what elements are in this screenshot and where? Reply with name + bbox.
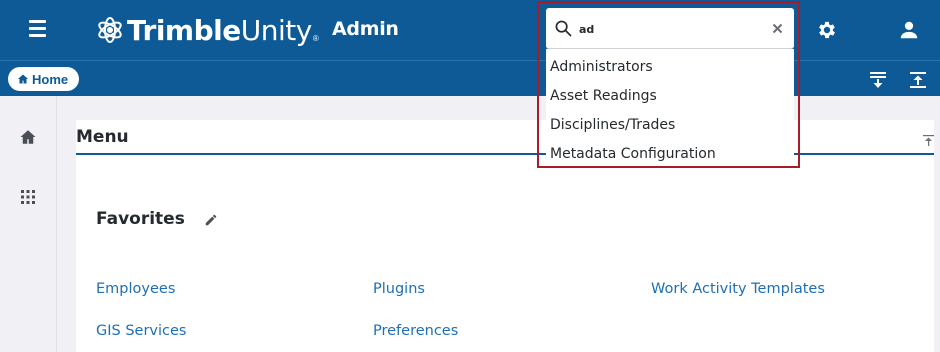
- collapse-icon[interactable]: [923, 135, 934, 147]
- favorite-link-preferences[interactable]: Preferences: [373, 323, 458, 339]
- home-label: Home: [32, 71, 69, 87]
- menu-panel: Menu Favorites Employees GIS Services Pl…: [76, 120, 934, 352]
- gear-icon[interactable]: [816, 19, 838, 41]
- home-breadcrumb-button[interactable]: Home: [8, 67, 79, 91]
- apps-grid-icon[interactable]: [20, 189, 36, 205]
- expand-all-icon[interactable]: [869, 71, 887, 89]
- app-logo[interactable]: TrimbleUnity ®: [95, 13, 319, 47]
- highlight-frame: [537, 1, 800, 168]
- favorite-link-work-activity-templates[interactable]: Work Activity Templates: [651, 281, 825, 297]
- favorite-link-plugins[interactable]: Plugins: [373, 281, 425, 297]
- section-title: Admin: [332, 18, 399, 40]
- collapse-all-icon[interactable]: [909, 71, 927, 89]
- main-content: Menu Favorites Employees GIS Services Pl…: [57, 96, 940, 352]
- menu-title: Menu: [76, 127, 129, 147]
- favorite-link-employees[interactable]: Employees: [96, 281, 175, 297]
- trimble-logo-icon: [98, 17, 122, 43]
- favorites-title: Favorites: [96, 209, 185, 229]
- home-icon: [18, 74, 28, 84]
- logo-text-regular: Unity: [240, 13, 313, 47]
- left-nav: [0, 96, 57, 352]
- home-icon[interactable]: [19, 128, 37, 146]
- user-icon[interactable]: [898, 19, 920, 41]
- pencil-icon[interactable]: [204, 213, 218, 227]
- favorite-link-gis-services[interactable]: GIS Services: [96, 323, 186, 339]
- menu-divider: [76, 153, 934, 155]
- hamburger-icon[interactable]: [29, 20, 51, 40]
- logo-text: TrimbleUnity: [127, 14, 312, 47]
- logo-registered-mark: ®: [312, 33, 319, 43]
- logo-text-bold: Trimble: [127, 13, 241, 47]
